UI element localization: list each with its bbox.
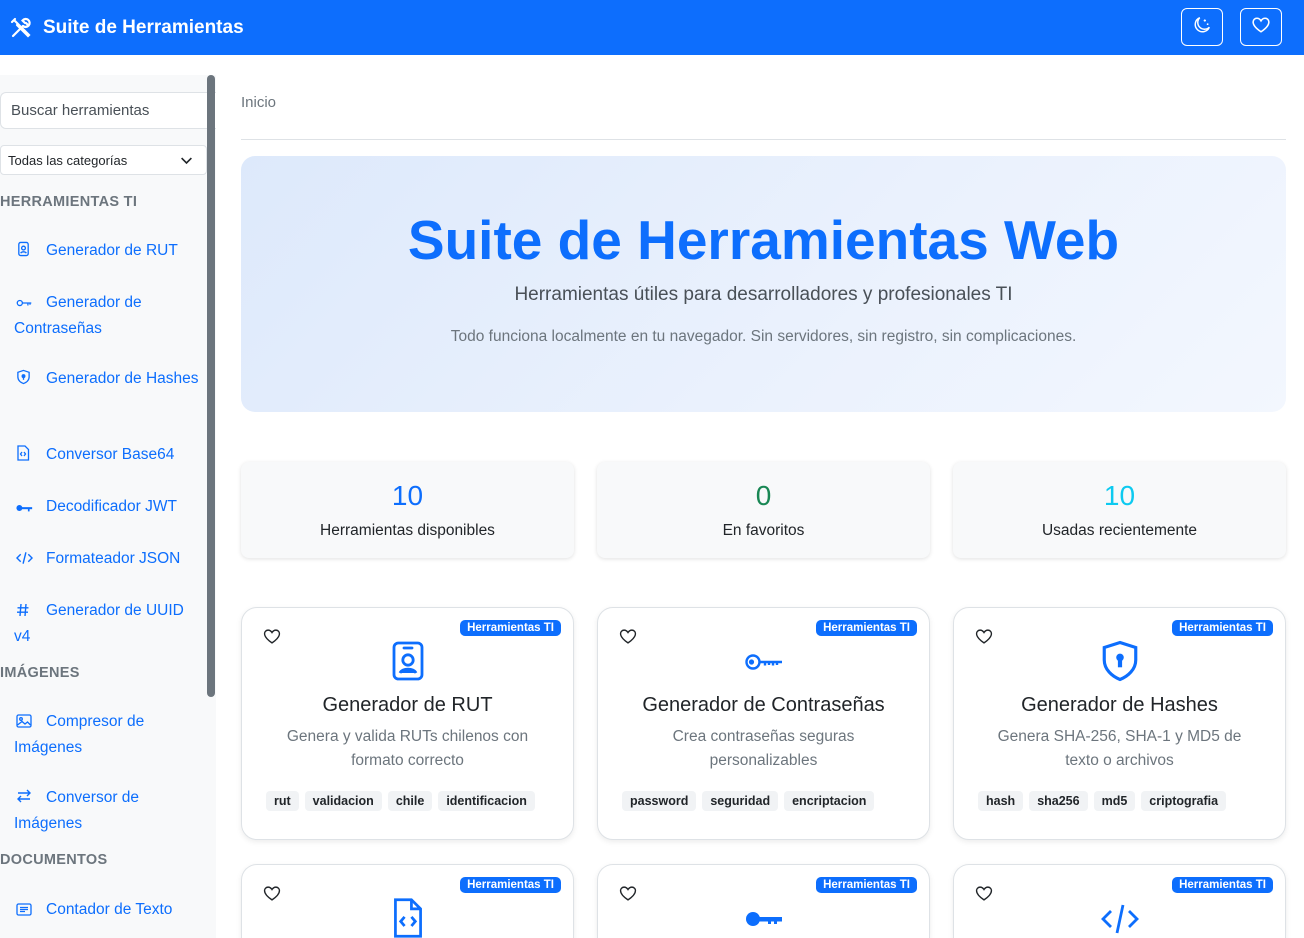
- file-code-icon: [16, 445, 38, 469]
- card-title: Generador de RUT: [322, 694, 493, 716]
- tag-list: hash sha256 md5 criptografia: [978, 791, 1265, 811]
- tool-card-formateador-json[interactable]: Herramientas TI: [953, 864, 1286, 938]
- tag: identificacion: [438, 791, 535, 811]
- stat-card-disponibles: 10 Herramientas disponibles: [241, 462, 574, 558]
- brand[interactable]: Suite de Herramientas: [9, 16, 244, 40]
- category-badge: Herramientas TI: [816, 620, 917, 636]
- tool-card-generador-rut[interactable]: Herramientas TI Generador de RUT Genera …: [241, 607, 574, 840]
- stat-label: Herramientas disponibles: [320, 522, 495, 539]
- moon-stars-icon: [1193, 16, 1211, 39]
- image-icon: [16, 712, 38, 736]
- tool-card-generador-hashes[interactable]: Herramientas TI Generador de Hashes Gene…: [953, 607, 1286, 840]
- tag: seguridad: [702, 791, 779, 811]
- code-slash-icon: [1100, 903, 1140, 938]
- sidebar-scrollbar[interactable]: [207, 75, 215, 697]
- app-title: Suite de Herramientas: [43, 16, 244, 38]
- person-badge-icon: [16, 241, 38, 265]
- breadcrumb[interactable]: Inicio: [241, 94, 276, 111]
- tag: md5: [1093, 791, 1136, 811]
- tag: chile: [387, 791, 433, 811]
- sidebar-item-conversor-imagenes[interactable]: Conversor de Imágenes: [14, 786, 199, 836]
- chevron-down-icon: [180, 154, 193, 170]
- search-input[interactable]: [0, 92, 210, 129]
- sidebar-item-conversor-base64[interactable]: Conversor Base64: [14, 443, 199, 469]
- divider: [241, 139, 1286, 140]
- heart-icon[interactable]: [619, 885, 637, 907]
- category-badge: Herramientas TI: [1172, 877, 1273, 893]
- shield-lock-icon: [16, 369, 38, 393]
- category-select[interactable]: Todas las categorías: [0, 145, 207, 175]
- sidebar-item-generador-uuid[interactable]: Generador de UUID v4: [14, 599, 199, 649]
- stat-card-recientes: 10 Usadas recientemente: [953, 462, 1286, 558]
- sidebar-item-decodificador-jwt[interactable]: Decodificador JWT: [14, 495, 199, 521]
- arrow-left-right-icon: [16, 788, 38, 812]
- sidebar-item-generador-hashes[interactable]: Generador de Hashes: [14, 367, 199, 393]
- card-text-icon: [16, 900, 38, 924]
- stat-card-favoritos: 0 En favoritos: [597, 462, 930, 558]
- card-description: Crea contraseñas seguras personalizables: [672, 728, 855, 769]
- tag: rut: [266, 791, 299, 811]
- section-title-herramientas-ti: HERRAMIENTAS TI: [0, 194, 138, 210]
- stat-label: Usadas recientemente: [1041, 522, 1198, 539]
- sidebar-item-generador-rut[interactable]: Generador de RUT: [14, 239, 199, 265]
- heart-icon[interactable]: [619, 628, 637, 650]
- stat-value: 10: [1103, 480, 1136, 511]
- person-badge-icon: [392, 640, 424, 687]
- sidebar-item-compresor-imagenes[interactable]: Compresor de Imágenes: [14, 710, 199, 760]
- shield-lock-icon: [1101, 640, 1139, 687]
- key-icon: [16, 293, 38, 317]
- sidebar-item-generador-contrasenas[interactable]: Generador de Contraseñas: [14, 291, 199, 341]
- key-fill-icon: [744, 909, 784, 934]
- heart-icon: [1252, 16, 1270, 39]
- sidebar: Todas las categorías HERRAMIENTAS TI Gen…: [0, 75, 216, 938]
- tag: sha256: [1029, 791, 1088, 811]
- category-badge: Herramientas TI: [460, 877, 561, 893]
- key-icon: [744, 652, 784, 677]
- tag: criptografia: [1141, 791, 1227, 811]
- category-badge: Herramientas TI: [1172, 620, 1273, 636]
- stat-value: 10: [391, 480, 424, 511]
- file-code-icon: [392, 897, 424, 938]
- tag: hash: [978, 791, 1024, 811]
- section-title-documentos: DOCUMENTOS: [0, 852, 108, 868]
- card-title: Generador de Hashes: [1021, 694, 1218, 716]
- section-title-imagenes: IMÁGENES: [0, 665, 80, 681]
- hero-note: Todo funciona localmente en tu navegador…: [450, 328, 1077, 345]
- tools-icon: [9, 16, 33, 40]
- sidebar-item-contador-texto[interactable]: Contador de Texto: [14, 898, 199, 924]
- category-badge: Herramientas TI: [460, 620, 561, 636]
- theme-toggle-button[interactable]: [1181, 8, 1223, 46]
- tag-list: password seguridad encriptacion: [622, 791, 909, 811]
- code-slash-icon: [15, 549, 38, 573]
- favorites-button[interactable]: [1240, 8, 1282, 46]
- tag-list: rut validacion chile identificacion: [266, 791, 553, 811]
- search-group: [0, 92, 216, 129]
- card-description: Genera y valida RUTs chilenos con format…: [286, 728, 529, 769]
- card-title: Generador de Contraseñas: [642, 694, 885, 716]
- tag: password: [622, 791, 697, 811]
- hero-title: Suite de Herramientas Web: [407, 209, 1120, 271]
- tag: validacion: [304, 791, 382, 811]
- top-navbar: Suite de Herramientas: [0, 0, 1304, 55]
- sidebar-item-formateador-json[interactable]: Formateador JSON: [14, 547, 199, 573]
- hash-icon: [16, 601, 38, 625]
- hero-banner: Suite de Herramientas Web Herramientas ú…: [241, 156, 1286, 412]
- hero-subtitle: Herramientas útiles para desarrolladores…: [514, 284, 1013, 305]
- key-fill-icon: [16, 497, 38, 521]
- stat-label: En favoritos: [722, 522, 805, 539]
- tool-card-decodificador-jwt[interactable]: Herramientas TI: [597, 864, 930, 938]
- tool-card-conversor-base64[interactable]: Herramientas TI: [241, 864, 574, 938]
- category-badge: Herramientas TI: [816, 877, 917, 893]
- category-select-value: Todas las categorías: [8, 152, 128, 168]
- card-description: Genera SHA-256, SHA-1 y MD5 de texto o a…: [997, 728, 1242, 769]
- tool-card-generador-contrasenas[interactable]: Herramientas TI Generador de Contraseñas…: [597, 607, 930, 840]
- stat-value: 0: [755, 480, 772, 511]
- tag: encriptacion: [784, 791, 875, 811]
